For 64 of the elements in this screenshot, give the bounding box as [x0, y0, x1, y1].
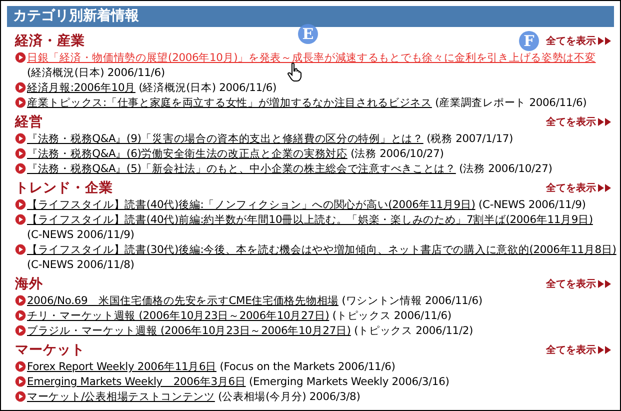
article-source: (税務 2007/1/17) — [426, 131, 514, 146]
article-source: (C-NEWS 2006/11/9) — [478, 197, 586, 212]
article-link[interactable]: 『法務・税務Q&A』(9)「災害の場合の資本的支出と修繕費の区分の特例」とは？ — [27, 132, 424, 145]
show-all-link[interactable]: 全てを表示 — [546, 343, 612, 357]
article-link[interactable]: マーケット/公表相場テストコンテンツ — [27, 390, 215, 403]
article-source: (法務 2006/10/27) — [459, 161, 552, 176]
article-source: (法務 2006/10/27) — [350, 146, 444, 161]
article-source: (ワシントン情報 2006/11/6) — [342, 293, 482, 308]
bullet-icon — [15, 199, 26, 210]
double-arrow-icon — [598, 37, 612, 45]
article-link[interactable]: Forex Report Weekly 2006年11月6日 — [27, 360, 216, 373]
bullet-icon — [15, 295, 26, 306]
hand-cursor-icon — [287, 62, 303, 82]
double-arrow-icon — [598, 280, 612, 288]
show-all-link[interactable]: 全てを表示 — [546, 34, 612, 48]
section-heading: 海外 — [15, 275, 43, 293]
double-arrow-icon — [598, 346, 612, 354]
article-link[interactable]: 『法務・税務Q&A』(6)労働安全衛生法の改正点と企業の実務対応 — [27, 147, 348, 160]
section-heading: 経済・産業 — [15, 32, 85, 50]
article-link[interactable]: 『法務・税務Q&A』(5)「新会社法」のもと、中小企業の株主総会で注意すべきことは？ — [27, 162, 456, 175]
show-all-link[interactable]: 全てを表示 — [546, 277, 612, 291]
bullet-icon — [15, 97, 26, 108]
article-link[interactable]: チリ・マーケット週報 (2006年10月23日～2006年10月27日) — [27, 309, 330, 322]
article-source: (産業調査レポート 2006/11/6) — [435, 95, 587, 110]
article-source: (Focus on the Markets 2006/11/6) — [220, 359, 396, 374]
callout-badge: F — [519, 31, 539, 51]
show-all-link[interactable]: 全てを表示 — [546, 115, 612, 129]
bullet-icon — [15, 214, 26, 225]
bullet-icon — [15, 133, 26, 144]
bullet-icon — [15, 391, 26, 402]
bullet-icon — [15, 52, 26, 63]
callout-badge: E — [298, 24, 318, 44]
article-source: (Emerging Markets Weekly 2006/3/16) — [249, 374, 450, 389]
article-link[interactable]: 日銀「経済・物価情勢の展望(2006年10月)」を発表～成長率が減速するもとでも徐々に金利を引き上げる姿勢は不変 — [27, 51, 596, 64]
bullet-icon — [15, 361, 26, 372]
bullet-icon — [15, 163, 26, 174]
section-heading: マーケット — [15, 341, 85, 359]
article-link[interactable]: 産業トピックス:「仕事と家庭を両立する女性」が増加するなか注目されるビジネス — [27, 96, 432, 109]
bullet-icon — [15, 82, 26, 93]
section-heading: トレンド・企業 — [15, 179, 113, 197]
section-heading: 経営 — [15, 113, 43, 131]
bullet-icon — [15, 310, 26, 321]
bullet-icon — [15, 376, 26, 387]
bullet-icon — [15, 325, 26, 336]
article-source: (C-NEWS 2006/11/8) — [27, 257, 134, 272]
article-link[interactable]: 【ライフスタイル】読書(30代)後編:今後、本を読む機会はやや増加傾向、ネット書店での購入に意欲的(2006年11月8日) — [27, 243, 616, 256]
article-source: (経済概況(日本) 2006/11/6) — [27, 65, 165, 80]
bullet-icon — [15, 148, 26, 159]
article-link[interactable]: 2006/No.69 米国住宅価格の先安を示すCME住宅価格先物相場 — [27, 294, 338, 307]
double-arrow-icon — [598, 118, 612, 126]
bullet-icon — [15, 244, 26, 255]
article-link[interactable]: 【ライフスタイル】読書(40代)前編:約半数が年間10冊以上読む。「娯楽・楽しみのため」7割半ば(2006年11月9日) — [27, 213, 593, 226]
article-source: (C-NEWS 2006/11/9) — [27, 227, 134, 242]
article-link[interactable]: 経済月報:2006年10月 — [27, 81, 136, 94]
article-source: (経済概況(日本) 2006/11/6) — [138, 80, 277, 95]
article-source: (トピックス 2006/11/6) — [332, 308, 452, 323]
article-source: (公表相場(今月分) 2006/3/8) — [218, 389, 360, 404]
article-source: (トピックス 2006/11/2) — [354, 323, 474, 338]
panel-title: カテゴリ別新着情報 — [7, 6, 614, 27]
show-all-link[interactable]: 全てを表示 — [546, 181, 612, 195]
article-link[interactable]: Emerging Markets Weekly 2006年3月6日 — [27, 375, 246, 388]
article-link[interactable]: 【ライフスタイル】読書(40代)後編:「ノンフィクション」への関心が高い(2006年11月9日) — [27, 198, 476, 211]
article-link[interactable]: ブラジル・マーケット週報 (2006年10月23日～2006年10月27日) — [27, 324, 351, 337]
double-arrow-icon — [598, 184, 612, 192]
